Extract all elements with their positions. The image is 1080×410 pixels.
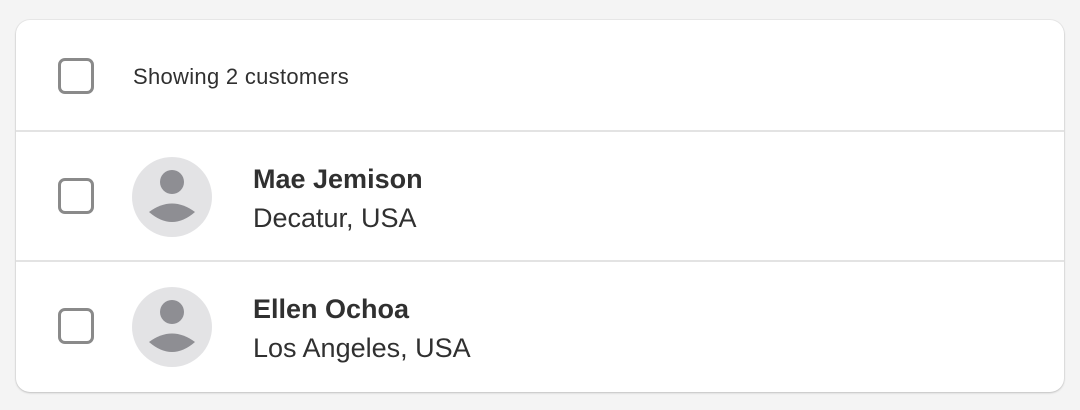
avatar: [132, 157, 212, 237]
customer-list-card: Showing 2 customers Mae Jemison Decatur,…: [16, 20, 1064, 392]
row-select-checkbox[interactable]: [58, 308, 94, 344]
row-select-checkbox[interactable]: [58, 178, 94, 214]
customer-count-label: Showing 2 customers: [133, 64, 350, 89]
customer-name[interactable]: Ellen Ochoa: [253, 294, 409, 325]
select-all-checkbox[interactable]: [58, 58, 94, 94]
list-item[interactable]: Ellen Ochoa Los Angeles, USA: [16, 262, 1064, 392]
list-header: Showing 2 customers: [16, 20, 1064, 132]
person-placeholder-icon: [149, 300, 195, 352]
list-item[interactable]: Mae Jemison Decatur, USA: [16, 132, 1064, 262]
customer-location: Los Angeles, USA: [253, 333, 471, 363]
customer-location: Decatur, USA: [253, 203, 417, 233]
person-placeholder-icon: [149, 170, 195, 222]
avatar: [132, 287, 212, 367]
customer-name[interactable]: Mae Jemison: [253, 164, 423, 195]
